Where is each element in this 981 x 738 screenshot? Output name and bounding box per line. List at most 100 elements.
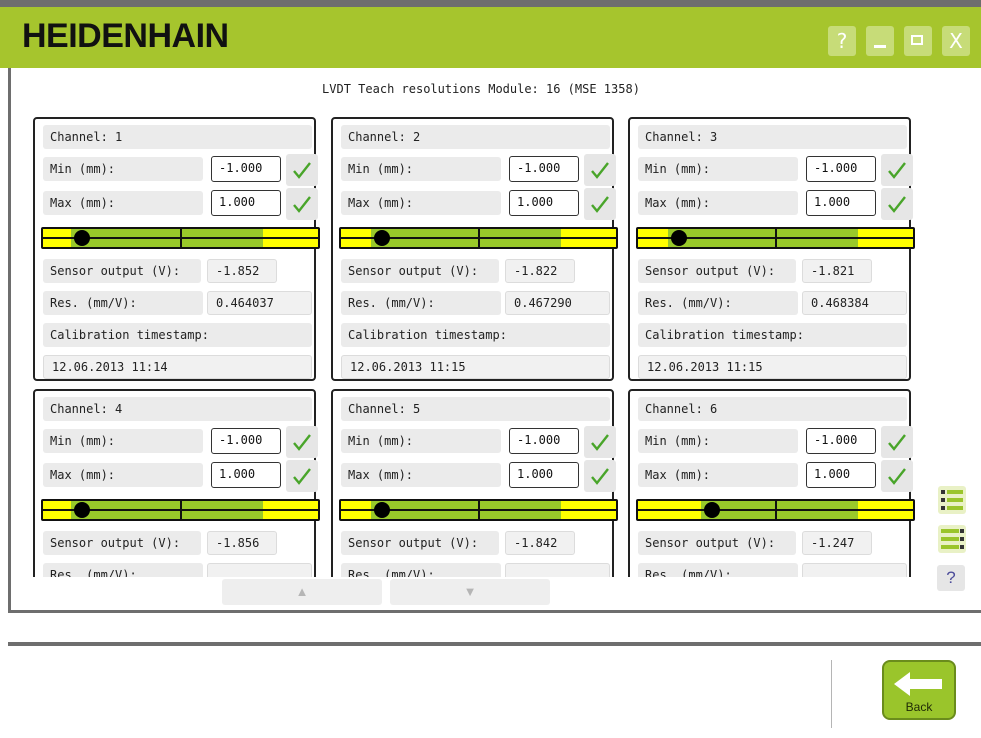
resolution-value (207, 563, 312, 577)
confirm-max-button[interactable] (584, 460, 616, 492)
confirm-max-button[interactable] (881, 460, 913, 492)
calibration-label: Calibration timestamp: (341, 323, 610, 347)
maximize-icon (911, 35, 923, 45)
side-help-button[interactable]: ? (937, 565, 965, 591)
channel-card: Channel: 6 Min (mm): -1.000 Max (mm): 1.000 S… (628, 389, 915, 577)
channel-title: Channel: 4 (43, 397, 312, 421)
min-value-input[interactable]: -1.000 (806, 156, 876, 182)
min-label: Min (mm): (638, 157, 798, 181)
scroll-up-button[interactable]: ▲ (222, 579, 382, 605)
resolution-label: Res. (mm/V): (43, 563, 203, 577)
calibration-timestamp: 12.06.2013 11:15 (638, 355, 907, 379)
min-value-input[interactable]: -1.000 (509, 428, 579, 454)
maximize-button[interactable] (904, 26, 932, 56)
confirm-min-button[interactable] (881, 154, 913, 186)
back-label: Back (905, 700, 933, 714)
arrow-left-icon (894, 672, 942, 696)
channel-title: Channel: 5 (341, 397, 610, 421)
sensor-output-label: Sensor output (V): (341, 531, 499, 555)
min-label: Min (mm): (43, 429, 203, 453)
list-view-button[interactable] (937, 485, 967, 515)
confirm-max-button[interactable] (881, 188, 913, 220)
resolution-value (505, 563, 610, 577)
position-bar (339, 227, 618, 249)
back-button[interactable]: Back (882, 660, 956, 720)
footer-separator (8, 642, 981, 646)
minimize-button[interactable] (866, 26, 894, 56)
resolution-value: 0.464037 (207, 291, 312, 315)
confirm-min-button[interactable] (584, 426, 616, 458)
position-bar (41, 227, 320, 249)
confirm-min-button[interactable] (286, 426, 318, 458)
confirm-min-button[interactable] (286, 154, 318, 186)
confirm-max-button[interactable] (584, 188, 616, 220)
resolution-label: Res. (mm/V): (638, 291, 798, 315)
channel-title: Channel: 6 (638, 397, 907, 421)
sensor-output-label: Sensor output (V): (43, 259, 201, 283)
help-icon: ? (836, 29, 848, 53)
calibration-label: Calibration timestamp: (43, 323, 312, 347)
title-bar: HEIDENHAIN ? X (0, 0, 981, 68)
calibration-timestamp: 12.06.2013 11:14 (43, 355, 312, 379)
max-value-input[interactable]: 1.000 (509, 190, 579, 216)
position-bar (339, 499, 618, 521)
max-value-input[interactable]: 1.000 (806, 462, 876, 488)
sensor-output-label: Sensor output (V): (341, 259, 499, 283)
confirm-max-button[interactable] (286, 188, 318, 220)
channel-card: Channel: 2 Min (mm): -1.000 Max (mm): 1.000 S… (331, 117, 618, 381)
channel-card: Channel: 1 Min (mm): -1.000 Max (mm): 1.000 S… (33, 117, 320, 381)
sensor-output-label: Sensor output (V): (638, 531, 796, 555)
min-label: Min (mm): (638, 429, 798, 453)
min-label: Min (mm): (43, 157, 203, 181)
sensor-output-label: Sensor output (V): (43, 531, 201, 555)
confirm-min-button[interactable] (584, 154, 616, 186)
close-icon: X (949, 29, 963, 53)
detail-view-icon (938, 525, 966, 553)
max-value-input[interactable]: 1.000 (509, 462, 579, 488)
sensor-output-value: -1.842 (505, 531, 575, 555)
max-value-input[interactable]: 1.000 (211, 190, 281, 216)
channel-card: Channel: 5 Min (mm): -1.000 Max (mm): 1.000 S… (331, 389, 618, 577)
max-label: Max (mm): (43, 463, 203, 487)
max-label: Max (mm): (638, 463, 798, 487)
confirm-min-button[interactable] (881, 426, 913, 458)
calibration-label: Calibration timestamp: (638, 323, 907, 347)
min-value-input[interactable]: -1.000 (509, 156, 579, 182)
min-value-input[interactable]: -1.000 (211, 156, 281, 182)
max-value-input[interactable]: 1.000 (211, 462, 281, 488)
minimize-icon (874, 45, 886, 48)
heidenhain-logo: HEIDENHAIN (22, 17, 229, 55)
panel-title: LVDT Teach resolutions Module: 16 (MSE 1… (322, 82, 640, 96)
channel-card: Channel: 4 Min (mm): -1.000 Max (mm): 1.000 S… (33, 389, 320, 577)
position-knob (73, 502, 90, 518)
resolution-label: Res. (mm/V): (341, 563, 501, 577)
min-label: Min (mm): (341, 429, 501, 453)
scroll-down-button[interactable]: ▼ (390, 579, 550, 605)
min-value-input[interactable]: -1.000 (211, 428, 281, 454)
channel-card: Channel: 3 Min (mm): -1.000 Max (mm): 1.000 S… (628, 117, 915, 381)
position-bar (636, 227, 915, 249)
channels-viewport: Channel: 1 Min (mm): -1.000 Max (mm): 1.000 S… (33, 117, 926, 577)
help-button[interactable]: ? (828, 26, 856, 56)
max-value-input[interactable]: 1.000 (806, 190, 876, 216)
sensor-output-value: -1.247 (802, 531, 872, 555)
list-view-icon (938, 486, 966, 514)
close-button[interactable]: X (942, 26, 970, 56)
footer-divider (831, 660, 832, 728)
resolution-label: Res. (mm/V): (638, 563, 798, 577)
channel-title: Channel: 2 (341, 125, 610, 149)
calibration-timestamp: 12.06.2013 11:15 (341, 355, 610, 379)
confirm-max-button[interactable] (286, 460, 318, 492)
arrow-up-icon: ▲ (295, 584, 309, 599)
min-value-input[interactable]: -1.000 (806, 428, 876, 454)
min-label: Min (mm): (341, 157, 501, 181)
position-bar (41, 499, 320, 521)
resolution-value (802, 563, 907, 577)
detail-view-button[interactable] (937, 524, 967, 554)
resolution-label: Res. (mm/V): (341, 291, 501, 315)
resolution-label: Res. (mm/V): (43, 291, 203, 315)
max-label: Max (mm): (341, 191, 501, 215)
sensor-output-value: -1.856 (207, 531, 277, 555)
arrow-down-icon: ▼ (463, 584, 477, 599)
max-label: Max (mm): (638, 191, 798, 215)
